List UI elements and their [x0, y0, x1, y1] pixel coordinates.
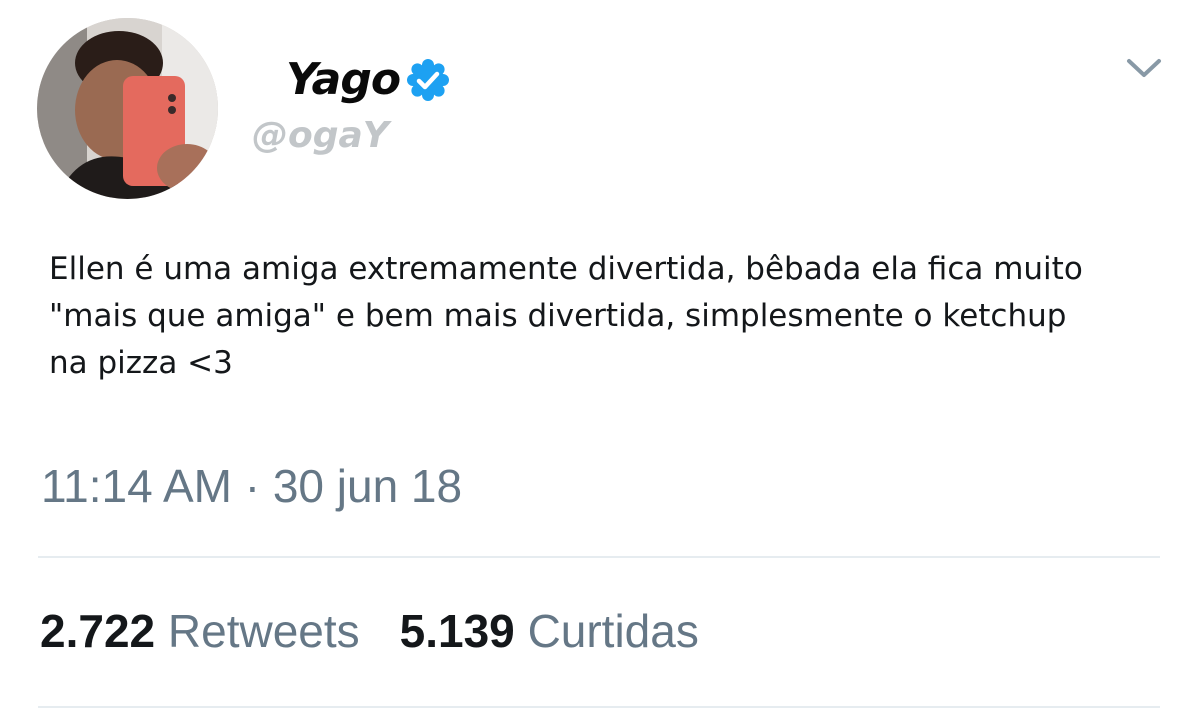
divider — [38, 706, 1160, 708]
retweets-stat[interactable]: 2.722 Retweets — [40, 605, 360, 657]
retweets-count: 2.722 — [40, 605, 156, 657]
tweet-text-line: Ellen é uma amiga extremamente divertida… — [49, 251, 1083, 287]
tweet-text-line: na pizza <3 — [49, 345, 233, 381]
display-name[interactable]: Yago — [286, 52, 401, 108]
verified-badge-icon — [407, 59, 449, 101]
tweet-text-line: "mais que amiga" e bem mais divertida, s… — [49, 298, 1067, 334]
avatar[interactable] — [37, 18, 218, 199]
likes-count: 5.139 — [399, 605, 515, 657]
tweet-stats: 2.722 Retweets 5.139 Curtidas — [40, 603, 699, 659]
likes-label: Curtidas — [527, 605, 699, 657]
tweet-timestamp[interactable]: 11:14 AM · 30 jun 18 — [41, 458, 462, 514]
retweets-label: Retweets — [167, 605, 360, 657]
user-handle[interactable]: @ogaY — [252, 112, 389, 160]
likes-stat[interactable]: 5.139 Curtidas — [400, 605, 699, 657]
divider — [38, 556, 1160, 558]
tweet-text: Ellen é uma amiga extremamente divertida… — [49, 246, 1149, 387]
chevron-down-icon[interactable] — [1124, 52, 1164, 84]
avatar-photo — [37, 18, 218, 199]
